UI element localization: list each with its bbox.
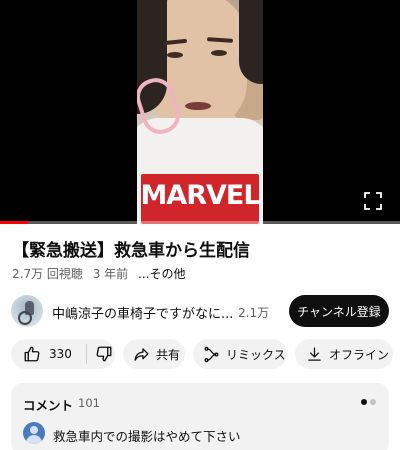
avatar-wheel bbox=[18, 311, 32, 325]
subscribe-button[interactable]: チャンネル登録 bbox=[289, 295, 389, 327]
carousel-dot-inactive bbox=[370, 399, 376, 405]
video-meta[interactable]: 2.7万 回視聴 3 年前 ...その他 bbox=[12, 265, 191, 282]
offline-label: オフライン bbox=[329, 347, 390, 362]
comments-panel[interactable]: コメント 101 救急車内での撮影はやめて下さい bbox=[11, 383, 389, 450]
mouth bbox=[185, 102, 211, 110]
top-comment-text: 救急車内での撮影はやめて下さい bbox=[53, 429, 241, 444]
avatar-body bbox=[26, 435, 42, 444]
upload-age: 3 年前 bbox=[92, 267, 129, 281]
subscriber-count: 2.1万 bbox=[238, 306, 270, 320]
channel-name[interactable]: 中嶋涼子の車椅子ですがなに... bbox=[52, 303, 233, 322]
carousel-dot-active bbox=[361, 399, 367, 405]
share-label: 共有 bbox=[156, 347, 181, 362]
offline-download-button[interactable]: オフライン bbox=[295, 339, 393, 369]
progress-played bbox=[0, 221, 28, 224]
avatar-head bbox=[30, 426, 38, 434]
remix-button[interactable]: リミックス bbox=[193, 339, 287, 369]
comments-title: コメント bbox=[23, 398, 74, 413]
fullscreen-icon[interactable] bbox=[362, 190, 384, 212]
like-count[interactable]: 330 bbox=[49, 347, 72, 361]
hair-right bbox=[239, 0, 263, 84]
more-link[interactable]: ...その他 bbox=[138, 267, 185, 281]
download-icon bbox=[306, 346, 323, 363]
thumbs-down-icon[interactable] bbox=[95, 345, 113, 363]
eye-right bbox=[211, 50, 227, 56]
channel-avatar[interactable] bbox=[11, 295, 43, 327]
video-frame: MARVEL bbox=[137, 0, 263, 224]
like-divider bbox=[85, 344, 87, 364]
remix-icon bbox=[203, 346, 220, 363]
comments-count: 101 bbox=[78, 396, 100, 410]
shirt-logo-text: MARVEL bbox=[140, 180, 260, 211]
remix-label: リミックス bbox=[226, 347, 286, 362]
video-player[interactable]: MARVEL bbox=[0, 0, 400, 224]
commenter-avatar bbox=[23, 422, 45, 444]
share-button[interactable]: 共有 bbox=[123, 339, 185, 369]
eye-left bbox=[167, 52, 183, 58]
view-count: 2.7万 回視聴 bbox=[12, 267, 83, 281]
like-dislike-chip: 330 bbox=[11, 339, 115, 369]
video-title: 【緊急搬送】救急車から生配信 bbox=[12, 241, 250, 261]
thumbs-up-icon[interactable] bbox=[23, 345, 41, 363]
share-arrow-icon bbox=[133, 346, 150, 363]
progress-bar[interactable] bbox=[0, 221, 400, 224]
